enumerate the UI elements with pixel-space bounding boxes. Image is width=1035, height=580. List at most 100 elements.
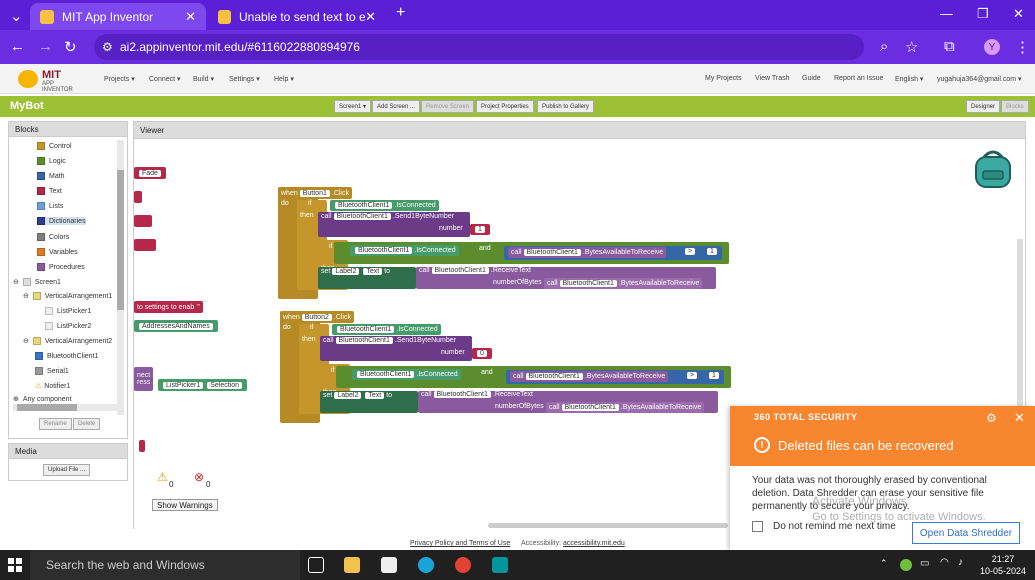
- upload-file-button[interactable]: Upload File ...: [43, 464, 91, 476]
- wifi-icon[interactable]: ◠: [940, 557, 949, 568]
- when-button2-header[interactable]: when Button2 .Click: [280, 311, 354, 323]
- remove-screen-button[interactable]: Remove Screen: [421, 100, 475, 113]
- accessibility-link[interactable]: accessibility.mit.edu: [563, 540, 625, 547]
- builtin-math[interactable]: Math: [37, 172, 65, 180]
- privacy-link-text[interactable]: Privacy Policy and Terms of Use: [410, 540, 510, 547]
- bt-block-fragment[interactable]: AddressesAndNames: [134, 320, 218, 332]
- add-screen-button[interactable]: Add Screen ...: [372, 100, 421, 113]
- taskbar-search[interactable]: Search the web and Windows: [30, 550, 300, 580]
- call-bytesavailable-block[interactable]: call BluetoothClient1 .BytesAvailableToRec…: [546, 402, 705, 413]
- scroll-thumb[interactable]: [17, 404, 77, 411]
- menu-account[interactable]: yugahuja364@gmail.com ▾: [937, 75, 1022, 83]
- call-block-fragment[interactable]: nect ress: [134, 367, 154, 391]
- mit-app-inventor-logo[interactable]: MIT APP INVENTOR: [18, 67, 78, 93]
- close-tab-icon[interactable]: ✕: [365, 9, 376, 25]
- menu-help[interactable]: Help ▾: [274, 75, 294, 83]
- menu-settings[interactable]: Settings ▾: [229, 75, 260, 83]
- arduino-icon[interactable]: [492, 557, 508, 573]
- tree-verticalarrangement1[interactable]: ⊖ VerticalArrangement1: [23, 292, 112, 300]
- tab-esp32[interactable]: Unable to send text to esp32 by ✕: [208, 3, 386, 30]
- menu-build[interactable]: Build ▾: [193, 75, 214, 83]
- isconnected-block[interactable]: BluetoothClient1 .IsConnected: [332, 324, 441, 335]
- builtin-procedures[interactable]: Procedures: [37, 263, 85, 271]
- open-data-shredder-button[interactable]: Open Data Shredder: [912, 522, 1020, 544]
- builtin-text[interactable]: Text: [37, 187, 62, 195]
- tree-bluetoothclient1[interactable]: BluetoothClient1: [35, 352, 98, 360]
- tree-any-component[interactable]: ⊕ Any component: [13, 395, 72, 404]
- builtin-lists[interactable]: Lists: [37, 202, 63, 210]
- collapse-icon[interactable]: ⊖: [23, 337, 29, 345]
- blocks-horizontal-scrollbar[interactable]: [13, 404, 117, 411]
- menu-language[interactable]: English ▾: [895, 75, 923, 83]
- file-explorer-icon[interactable]: [344, 557, 360, 573]
- tree-verticalarrangement2[interactable]: ⊖ VerticalArrangement2: [23, 337, 112, 345]
- number-value[interactable]: 1: [707, 248, 717, 255]
- tree-serial1[interactable]: Serial1: [35, 367, 69, 375]
- link-my-projects[interactable]: My Projects: [705, 75, 742, 82]
- checkbox-box[interactable]: [752, 521, 763, 532]
- more-menu-icon[interactable]: ⋮: [1015, 38, 1030, 56]
- workspace-vertical-scrollbar[interactable]: [1017, 239, 1023, 419]
- profile-avatar[interactable]: Y: [984, 39, 1000, 55]
- reload-icon[interactable]: ↻: [64, 38, 77, 56]
- blocks-button[interactable]: Blocks: [1001, 100, 1029, 113]
- collapse-icon[interactable]: ⊖: [23, 292, 29, 300]
- expand-icon[interactable]: ⊕: [13, 395, 19, 403]
- when-button1-header[interactable]: when Button1 .Click: [278, 187, 352, 199]
- accessibility-link-text[interactable]: accessibility.mit.edu: [563, 540, 625, 547]
- builtin-variables[interactable]: Variables: [37, 248, 78, 256]
- isconnected-block[interactable]: BluetoothClient1 .IsConnected: [350, 245, 459, 256]
- tab-search-icon[interactable]: ⌄: [10, 7, 23, 25]
- bookmark-star-icon[interactable]: ☆: [905, 38, 918, 56]
- block-fragment[interactable]: [134, 215, 152, 227]
- zoom-icon[interactable]: ⌕: [880, 38, 888, 55]
- block-fragment[interactable]: [134, 191, 142, 203]
- menu-connect[interactable]: Connect ▾: [149, 75, 181, 83]
- number-literal-block[interactable]: 0: [472, 348, 492, 359]
- tree-notifier1[interactable]: ⚠ Notifier1: [35, 382, 70, 391]
- store-icon[interactable]: [381, 557, 397, 573]
- tray-app-icon[interactable]: [900, 559, 912, 571]
- publish-gallery-button[interactable]: Publish to Gallery: [537, 100, 595, 113]
- isconnected-block[interactable]: BluetoothClient1 .IsConnected: [330, 200, 439, 211]
- call-bytesavailable-block[interactable]: call BluetoothClient1 .BytesAvailableToRec…: [508, 247, 667, 258]
- designer-button[interactable]: Designer: [966, 100, 1001, 113]
- text-block-fragment[interactable]: to settings to enab ": [134, 301, 203, 313]
- tree-listpicker2[interactable]: ListPicker2: [45, 322, 91, 330]
- show-warnings-button[interactable]: Show Warnings: [152, 499, 218, 511]
- battery-icon[interactable]: ▭: [920, 558, 929, 569]
- close-icon[interactable]: ✕: [1014, 410, 1025, 426]
- tree-listpicker1[interactable]: ListPicker1: [45, 307, 91, 315]
- call-bytesavailable-block[interactable]: call BluetoothClient1 .BytesAvailableToRec…: [510, 371, 669, 382]
- number-value[interactable]: 1: [475, 226, 485, 233]
- backpack-icon[interactable]: [972, 149, 1014, 191]
- url-field[interactable]: ⚙ ai2.appinventor.mit.edu/#6116022880894…: [94, 34, 864, 60]
- rename-button[interactable]: Rename: [39, 418, 72, 430]
- builtin-dictionaries[interactable]: Dictionaries: [37, 217, 86, 225]
- new-tab-button[interactable]: +: [396, 4, 405, 22]
- project-properties-button[interactable]: Project Properties: [476, 100, 534, 113]
- chrome-icon[interactable]: [455, 557, 471, 573]
- tab-app-inventor[interactable]: MIT App Inventor ✕: [30, 3, 206, 30]
- edge-icon[interactable]: [418, 557, 434, 573]
- minimize-icon[interactable]: —: [940, 6, 953, 21]
- site-info-icon[interactable]: ⚙: [102, 40, 113, 54]
- restore-icon[interactable]: ❐: [977, 6, 989, 22]
- delete-button[interactable]: Delete: [73, 418, 101, 430]
- link-view-trash[interactable]: View Trash: [755, 75, 790, 82]
- block-fragment[interactable]: [139, 440, 145, 452]
- task-view-icon[interactable]: [308, 557, 324, 573]
- builtin-colors[interactable]: Colors: [37, 233, 69, 241]
- blocks-vertical-scrollbar[interactable]: [117, 140, 124, 415]
- set-label2-text-block[interactable]: set Label2 Text to: [318, 267, 416, 289]
- number-literal-block[interactable]: 1: [470, 224, 490, 235]
- settings-gear-icon[interactable]: ⚙: [986, 411, 997, 425]
- builtin-control[interactable]: Control: [37, 142, 72, 150]
- operator-select[interactable]: >: [685, 248, 696, 255]
- windows-start-icon[interactable]: [8, 558, 22, 572]
- tray-chevron-icon[interactable]: ⌃: [880, 558, 888, 569]
- text-block-fragment[interactable]: Fade: [134, 167, 166, 179]
- forward-icon[interactable]: →: [38, 38, 53, 55]
- listpicker-selection-block[interactable]: ListPicker1 Selection: [158, 379, 248, 391]
- volume-icon[interactable]: ♪: [958, 557, 963, 568]
